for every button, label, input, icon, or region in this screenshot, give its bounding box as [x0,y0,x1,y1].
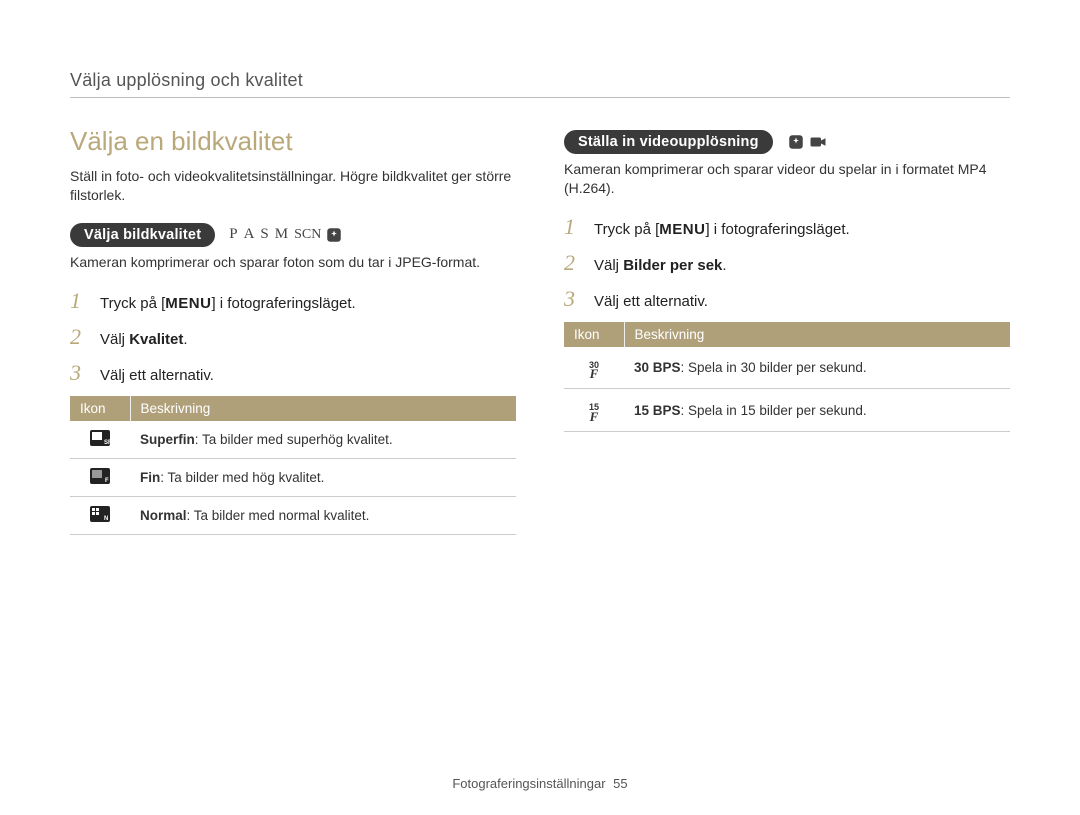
table-row: 15F 15 BPS: Spela in 15 bilder per sekun… [564,389,1010,432]
step-text: Välj ett alternativ. [594,291,708,312]
main-title: Välja en bildkvalitet [70,126,516,157]
superfine-icon: SF [90,430,110,446]
step-num: 3 [70,360,88,386]
page-footer: Fotograferingsinställningar 55 [0,776,1080,791]
step-2-right: 2 Välj Bilder per sek. [564,250,1010,276]
step-text: Välj Bilder per sek. [594,255,727,276]
step-num: 1 [564,214,582,240]
pill-video-resolution: Ställa in videoupplösning [564,130,773,154]
video-icon [809,133,827,151]
step-3-left: 3 Välj ett alternativ. [70,360,516,386]
mode-scn: SCN [294,227,321,243]
step-text: Tryck på [MENU] i fotograferingsläget. [100,293,356,314]
svg-text:N: N [104,516,108,522]
step-num: 3 [564,286,582,312]
step-num: 2 [70,324,88,350]
step-text: Välj Kvalitet. [100,329,188,350]
menu-button-label: MENU [165,293,211,314]
svg-text:F: F [105,478,109,484]
fps-15-icon: 15F [589,404,599,422]
th-icon: Ikon [564,322,624,347]
pill-photo-quality: Välja bildkvalitet [70,223,215,247]
normal-icon: N [90,506,110,522]
step-num: 2 [564,250,582,276]
mode-s: S [260,226,270,243]
svg-text:SF: SF [104,440,110,446]
page-number: 55 [613,776,627,791]
table-row: N Normal: Ta bilder med normal kvalitet. [70,496,516,534]
page-header: Välja upplösning och kvalitet [70,70,1010,98]
mode-p: P [229,226,239,243]
photo-quality-table: Ikon Beskrivning SF Superfin: Ta bilder … [70,396,516,535]
left-steps: 1 Tryck på [MENU] i fotograferingsläget.… [70,288,516,386]
left-subtext: Kameran komprimerar och sparar foton som… [70,253,516,272]
mode-a: A [244,226,257,243]
fine-icon: F [90,468,110,484]
th-desc: Beskrivning [130,396,516,421]
table-row: SF Superfin: Ta bilder med superhög kval… [70,421,516,459]
menu-button-label: MENU [659,219,705,240]
th-icon: Ikon [70,396,130,421]
th-desc: Beskrivning [624,322,1010,347]
mode-indicators-right [787,133,827,151]
step-text: Tryck på [MENU] i fotograferingsläget. [594,219,850,240]
mode-m: M [275,226,290,243]
step-1-right: 1 Tryck på [MENU] i fotograferingsläget. [564,214,1010,240]
table-row: 30F 30 BPS: Spela in 30 bilder per sekun… [564,347,1010,389]
right-column: Ställa in videoupplösning Kameran kompri… [564,126,1010,535]
step-text: Välj ett alternativ. [100,365,214,386]
magic-icon [325,226,343,244]
step-3-right: 3 Välj ett alternativ. [564,286,1010,312]
magic-icon [787,133,805,151]
table-row: F Fin: Ta bilder med hög kvalitet. [70,458,516,496]
right-subtext: Kameran komprimerar och sparar videor du… [564,160,1010,198]
left-column: Välja en bildkvalitet Ställ in foto- och… [70,126,516,535]
footer-section: Fotograferingsinställningar [452,776,605,791]
video-fps-table: Ikon Beskrivning 30F 30 BPS: Spela in 30… [564,322,1010,432]
right-steps: 1 Tryck på [MENU] i fotograferingsläget.… [564,214,1010,312]
step-1-left: 1 Tryck på [MENU] i fotograferingsläget. [70,288,516,314]
mode-indicators-left: P A S M SCN [229,226,343,244]
intro-text: Ställ in foto- och videokvalitetsinställ… [70,167,516,205]
fps-30-icon: 30F [589,362,599,380]
step-2-left: 2 Välj Kvalitet. [70,324,516,350]
step-num: 1 [70,288,88,314]
